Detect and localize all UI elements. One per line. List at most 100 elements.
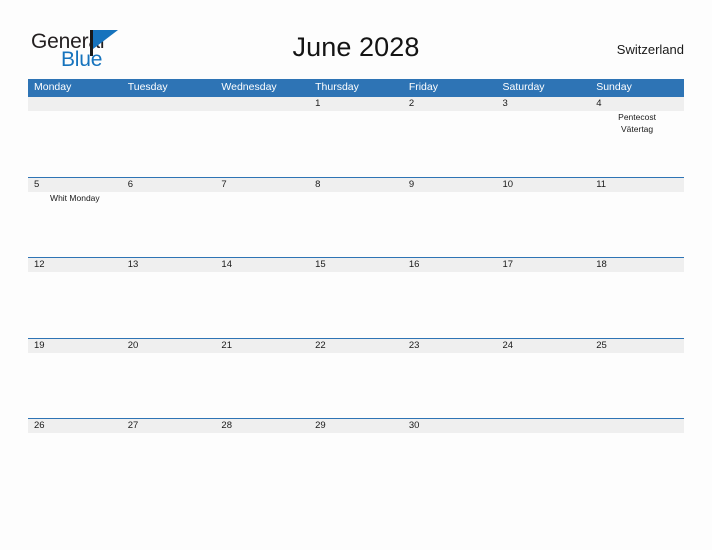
day-number[interactable]: 17 <box>497 258 591 272</box>
day-cell[interactable] <box>309 272 403 337</box>
calendar-week-row: 5 6 7 8 9 10 11 Whit Monday <box>28 176 684 258</box>
country-label: Switzerland <box>616 42 684 57</box>
day-cell[interactable] <box>28 272 122 337</box>
day-cell[interactable] <box>215 433 309 498</box>
day-number[interactable]: 7 <box>215 178 309 192</box>
day-cell[interactable] <box>403 353 497 418</box>
week-date-band: 19 20 21 22 23 24 25 <box>28 337 684 353</box>
week-date-band: 12 13 14 15 16 17 18 <box>28 257 684 272</box>
day-cell[interactable] <box>28 353 122 418</box>
day-cell[interactable] <box>403 272 497 337</box>
calendar-week-row: 19 20 21 22 23 24 25 <box>28 337 684 419</box>
day-number[interactable]: 2 <box>403 97 497 111</box>
day-number[interactable]: 25 <box>590 339 684 353</box>
week-event-band: Whit Monday <box>28 192 684 257</box>
day-cell[interactable] <box>590 433 684 498</box>
day-number[interactable]: 6 <box>122 178 216 192</box>
day-cell[interactable] <box>403 111 497 176</box>
calendar-week-row: 26 27 28 29 30 <box>28 418 684 499</box>
day-cell[interactable] <box>122 353 216 418</box>
day-number[interactable] <box>28 97 122 111</box>
day-number[interactable] <box>497 419 591 433</box>
day-cell[interactable] <box>309 433 403 498</box>
day-number[interactable]: 15 <box>309 258 403 272</box>
day-number[interactable] <box>122 97 216 111</box>
day-number[interactable]: 21 <box>215 339 309 353</box>
day-cell[interactable] <box>590 272 684 337</box>
holiday-event: Whit Monday <box>50 192 100 203</box>
day-cell[interactable] <box>122 433 216 498</box>
day-cell[interactable] <box>403 433 497 498</box>
calendar-week-row: 12 13 14 15 16 17 18 <box>28 257 684 338</box>
page-title: June 2028 <box>292 32 420 62</box>
day-number[interactable]: 9 <box>403 178 497 192</box>
day-number[interactable]: 22 <box>309 339 403 353</box>
day-cell[interactable] <box>215 272 309 337</box>
calendar-page: General Blue June 2028 Switzerland Monda… <box>0 0 712 550</box>
day-number[interactable]: 4 <box>590 97 684 111</box>
day-number[interactable]: 8 <box>309 178 403 192</box>
day-cell[interactable] <box>28 433 122 498</box>
week-event-band: Pentecost Vätertag <box>28 111 684 176</box>
day-cell[interactable] <box>122 272 216 337</box>
day-cell[interactable] <box>497 111 591 176</box>
day-number[interactable]: 23 <box>403 339 497 353</box>
day-cell[interactable] <box>215 111 309 176</box>
day-number[interactable]: 3 <box>497 97 591 111</box>
day-cell[interactable] <box>28 111 122 176</box>
day-cell[interactable] <box>497 433 591 498</box>
day-number[interactable] <box>215 97 309 111</box>
day-number[interactable]: 28 <box>215 419 309 433</box>
holiday-event: Vätertag <box>621 123 654 134</box>
day-cell[interactable] <box>309 353 403 418</box>
day-number[interactable]: 13 <box>122 258 216 272</box>
day-cell[interactable] <box>403 192 497 257</box>
week-date-band: 26 27 28 29 30 <box>28 418 684 433</box>
day-number[interactable]: 24 <box>497 339 591 353</box>
calendar-weeks: 1 2 3 4 Pentecost Vätertag 5 6 7 8 9 10 11 Whit Monda… <box>28 96 684 499</box>
day-number[interactable]: 30 <box>403 419 497 433</box>
day-number[interactable]: 12 <box>28 258 122 272</box>
day-number[interactable]: 5 <box>28 178 122 192</box>
day-of-week-tuesday: Tuesday <box>127 81 168 93</box>
day-cell[interactable] <box>497 353 591 418</box>
calendar-grid: Monday Tuesday Wednesday Thursday Friday… <box>28 79 684 499</box>
day-of-week-friday: Friday <box>408 81 438 93</box>
day-number[interactable]: 27 <box>122 419 216 433</box>
day-cell[interactable] <box>215 353 309 418</box>
day-cell[interactable] <box>122 192 216 257</box>
day-number[interactable]: 20 <box>122 339 216 353</box>
day-cell[interactable] <box>497 192 591 257</box>
day-cell[interactable] <box>497 272 591 337</box>
day-of-week-header-row: Monday Tuesday Wednesday Thursday Friday… <box>28 79 684 96</box>
week-date-band: 5 6 7 8 9 10 11 <box>28 176 684 192</box>
page-header: General Blue June 2028 Switzerland <box>28 26 684 74</box>
week-date-band: 1234 <box>28 96 684 111</box>
day-cell[interactable] <box>215 192 309 257</box>
day-cell[interactable] <box>309 111 403 176</box>
day-number[interactable]: 16 <box>403 258 497 272</box>
day-of-week-wednesday: Wednesday <box>221 81 277 93</box>
day-cell[interactable] <box>590 353 684 418</box>
day-of-week-sunday: Sunday <box>596 81 632 93</box>
day-cell[interactable]: Whit Monday <box>28 192 122 257</box>
day-cell[interactable] <box>309 192 403 257</box>
day-number[interactable]: 10 <box>497 178 591 192</box>
week-event-band <box>28 433 684 498</box>
holiday-event: Pentecost <box>618 112 656 122</box>
day-cell[interactable]: Pentecost Vätertag <box>590 111 684 176</box>
day-number[interactable]: 18 <box>590 258 684 272</box>
day-cell[interactable] <box>122 111 216 176</box>
day-number[interactable]: 14 <box>215 258 309 272</box>
week-event-band <box>28 272 684 337</box>
week-event-band <box>28 353 684 418</box>
day-of-week-monday: Monday <box>34 81 72 93</box>
day-number[interactable]: 26 <box>28 419 122 433</box>
day-number[interactable]: 29 <box>309 419 403 433</box>
day-cell[interactable] <box>590 192 684 257</box>
day-number[interactable] <box>590 419 684 433</box>
day-number[interactable]: 19 <box>28 339 122 353</box>
day-number[interactable]: 11 <box>590 178 684 192</box>
day-of-week-saturday: Saturday <box>502 81 545 93</box>
day-number[interactable]: 1 <box>309 97 403 111</box>
